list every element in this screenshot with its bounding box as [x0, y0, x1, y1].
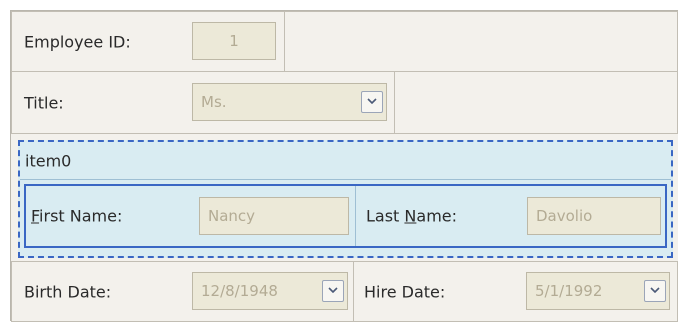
empty-space-item [284, 11, 678, 72]
hire-date-dropdown-button[interactable] [644, 280, 666, 302]
first-name-field[interactable]: Nancy [199, 197, 349, 235]
birth-date-item: Birth Date: 12/8/1948 [11, 261, 354, 322]
last-name-item: Last Name: Davolio [356, 186, 665, 246]
title-label: Title: [24, 93, 64, 112]
chevron-down-icon [328, 287, 338, 293]
empty-space-item-2 [394, 71, 678, 134]
chevron-down-icon [650, 287, 660, 293]
hire-date-value: 5/1/1992 [535, 282, 603, 300]
employee-id-field[interactable]: 1 [192, 22, 276, 60]
title-value: Ms. [201, 93, 227, 111]
group-content: First Name: Nancy Last Name: Davolio [24, 184, 667, 248]
first-name-item: First Name: Nancy [26, 186, 356, 246]
layout-control: Employee ID: 1 Title: Ms. item0 First Na… [10, 10, 678, 322]
birth-date-editor[interactable]: 12/8/1948 [192, 272, 348, 310]
hire-date-item: Hire Date: 5/1/1992 [353, 261, 678, 322]
title-combobox[interactable]: Ms. [192, 83, 387, 121]
last-name-label: Last Name: [366, 206, 458, 226]
birth-date-label: Birth Date: [24, 282, 112, 301]
employee-id-item: Employee ID: 1 [11, 11, 285, 72]
chevron-down-icon [367, 98, 377, 104]
hire-date-label: Hire Date: [364, 282, 446, 301]
birth-date-value: 12/8/1948 [201, 282, 278, 300]
employee-id-label: Employee ID: [24, 32, 131, 51]
last-name-field[interactable]: Davolio [527, 197, 661, 235]
layout-group-item0[interactable]: item0 First Name: Nancy Last Name: Davol… [18, 140, 673, 258]
title-item: Title: Ms. [11, 71, 395, 134]
birth-date-dropdown-button[interactable] [322, 280, 344, 302]
group-caption-bar: item0 [20, 142, 671, 180]
group-caption: item0 [25, 151, 72, 170]
hire-date-editor[interactable]: 5/1/1992 [526, 272, 670, 310]
first-name-label: First Name: [31, 206, 123, 226]
title-dropdown-button[interactable] [361, 91, 383, 113]
